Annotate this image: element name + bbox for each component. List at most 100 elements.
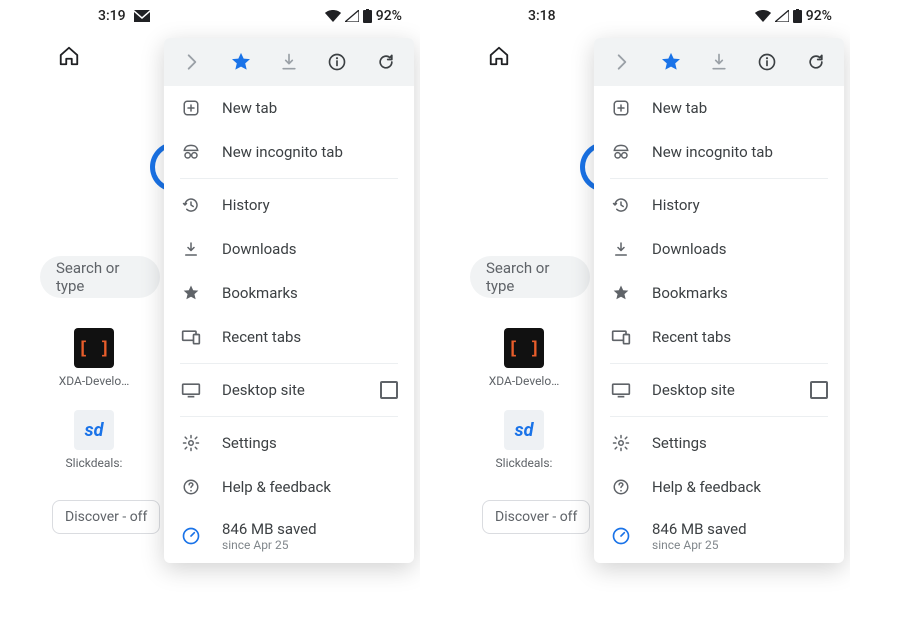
gear-icon xyxy=(180,434,202,452)
menu-label: Help & feedback xyxy=(652,478,761,496)
overflow-menu: New tab New incognito tab History Downlo… xyxy=(164,38,414,563)
home-button[interactable] xyxy=(482,39,516,73)
shortcut-tile[interactable]: sd Slickdeals: xyxy=(484,410,564,470)
desktop-checkbox[interactable] xyxy=(380,381,398,399)
menu-label: New tab xyxy=(652,99,707,117)
separator xyxy=(180,416,398,417)
data-saved-sub: since Apr 25 xyxy=(222,538,317,552)
devices-icon xyxy=(180,329,202,345)
gmail-icon xyxy=(134,10,150,22)
menu-label: Desktop site xyxy=(222,381,305,399)
status-time: 3:19 xyxy=(98,8,126,24)
menu-history[interactable]: History xyxy=(594,183,844,227)
xda-icon: [ ] xyxy=(504,328,544,368)
menu-label: Recent tabs xyxy=(222,328,301,346)
menu-bookmarks[interactable]: Bookmarks xyxy=(164,271,414,315)
phone-right: 3:18 92% Search or type [ ] XDA-Develo… xyxy=(470,0,850,620)
menu-desktop-site[interactable]: Desktop site xyxy=(164,368,414,412)
menu-bookmarks[interactable]: Bookmarks xyxy=(594,271,844,315)
status-bar: 3:19 92% xyxy=(40,0,420,32)
menu-new-tab[interactable]: New tab xyxy=(594,86,844,130)
slickdeals-icon: sd xyxy=(504,410,544,450)
download-button[interactable] xyxy=(699,42,739,82)
download-icon xyxy=(610,240,632,258)
menu-recent-tabs[interactable]: Recent tabs xyxy=(164,315,414,359)
shortcut-tile[interactable]: [ ] XDA-Develo… xyxy=(484,328,564,388)
menu-settings[interactable]: Settings xyxy=(594,421,844,465)
status-time: 3:18 xyxy=(528,8,556,24)
help-icon xyxy=(180,478,202,496)
tile-label: Slickdeals: xyxy=(484,456,564,470)
menu-label: Bookmarks xyxy=(222,284,298,302)
signal-icon xyxy=(775,10,789,22)
phone-left: 3:19 92% Search or type [ ] xyxy=(40,0,420,620)
forward-button[interactable] xyxy=(172,42,212,82)
menu-help[interactable]: Help & feedback xyxy=(164,465,414,509)
gear-icon xyxy=(610,434,632,452)
star-icon xyxy=(180,284,202,302)
battery-icon xyxy=(363,9,372,23)
menu-label: Downloads xyxy=(652,240,727,258)
menu-label: History xyxy=(222,196,270,214)
menu-downloads[interactable]: Downloads xyxy=(594,227,844,271)
help-icon xyxy=(610,478,632,496)
menu-downloads[interactable]: Downloads xyxy=(164,227,414,271)
separator xyxy=(180,178,398,179)
tile-label: Slickdeals: xyxy=(54,456,134,470)
plus-square-icon xyxy=(610,99,632,117)
menu-help[interactable]: Help & feedback xyxy=(594,465,844,509)
info-button[interactable] xyxy=(747,42,787,82)
menu-settings[interactable]: Settings xyxy=(164,421,414,465)
overflow-menu: New tab New incognito tab History Downlo… xyxy=(594,38,844,563)
xda-icon: [ ] xyxy=(74,328,114,368)
speedometer-icon xyxy=(610,526,632,546)
incognito-icon xyxy=(180,143,202,161)
menu-data-saved[interactable]: 846 MB saved since Apr 25 xyxy=(164,509,414,563)
search-input[interactable]: Search or type xyxy=(470,256,590,298)
reload-button[interactable] xyxy=(366,42,406,82)
status-bar: 3:18 92% xyxy=(470,0,850,32)
shortcut-tile[interactable]: sd Slickdeals: xyxy=(54,410,134,470)
home-button[interactable] xyxy=(52,39,86,73)
info-button[interactable] xyxy=(317,42,357,82)
separator xyxy=(610,363,828,364)
menu-new-incognito[interactable]: New incognito tab xyxy=(594,130,844,174)
forward-button[interactable] xyxy=(602,42,642,82)
search-placeholder: Search or type xyxy=(486,259,574,295)
menu-label: Help & feedback xyxy=(222,478,331,496)
search-input[interactable]: Search or type xyxy=(40,256,160,298)
menu-label: Settings xyxy=(652,434,707,452)
menu-desktop-site[interactable]: Desktop site xyxy=(594,368,844,412)
speedometer-icon xyxy=(180,526,202,546)
monitor-icon xyxy=(610,382,632,398)
signal-icon xyxy=(345,10,359,22)
menu-label: New incognito tab xyxy=(652,143,773,161)
shortcut-tile[interactable]: [ ] XDA-Develo… xyxy=(54,328,134,388)
tile-label: XDA-Develo… xyxy=(54,374,134,388)
download-button[interactable] xyxy=(269,42,309,82)
bookmark-button[interactable] xyxy=(651,42,691,82)
discover-chip[interactable]: Discover - off xyxy=(52,500,160,534)
battery-pct: 92% xyxy=(376,8,402,24)
incognito-icon xyxy=(610,143,632,161)
menu-new-incognito[interactable]: New incognito tab xyxy=(164,130,414,174)
wifi-icon xyxy=(325,10,341,22)
menu-recent-tabs[interactable]: Recent tabs xyxy=(594,315,844,359)
history-icon xyxy=(180,196,202,214)
reload-button[interactable] xyxy=(796,42,836,82)
discover-chip[interactable]: Discover - off xyxy=(482,500,590,534)
data-saved-label: 846 MB saved xyxy=(222,520,317,538)
separator xyxy=(610,416,828,417)
slickdeals-icon: sd xyxy=(74,410,114,450)
menu-history[interactable]: History xyxy=(164,183,414,227)
menu-data-saved[interactable]: 846 MB saved since Apr 25 xyxy=(594,509,844,563)
menu-new-tab[interactable]: New tab xyxy=(164,86,414,130)
menu-label: Downloads xyxy=(222,240,297,258)
bookmark-button[interactable] xyxy=(221,42,261,82)
plus-square-icon xyxy=(180,99,202,117)
search-placeholder: Search or type xyxy=(56,259,144,295)
desktop-checkbox[interactable] xyxy=(810,381,828,399)
download-icon xyxy=(180,240,202,258)
monitor-icon xyxy=(180,382,202,398)
menu-label: New tab xyxy=(222,99,277,117)
